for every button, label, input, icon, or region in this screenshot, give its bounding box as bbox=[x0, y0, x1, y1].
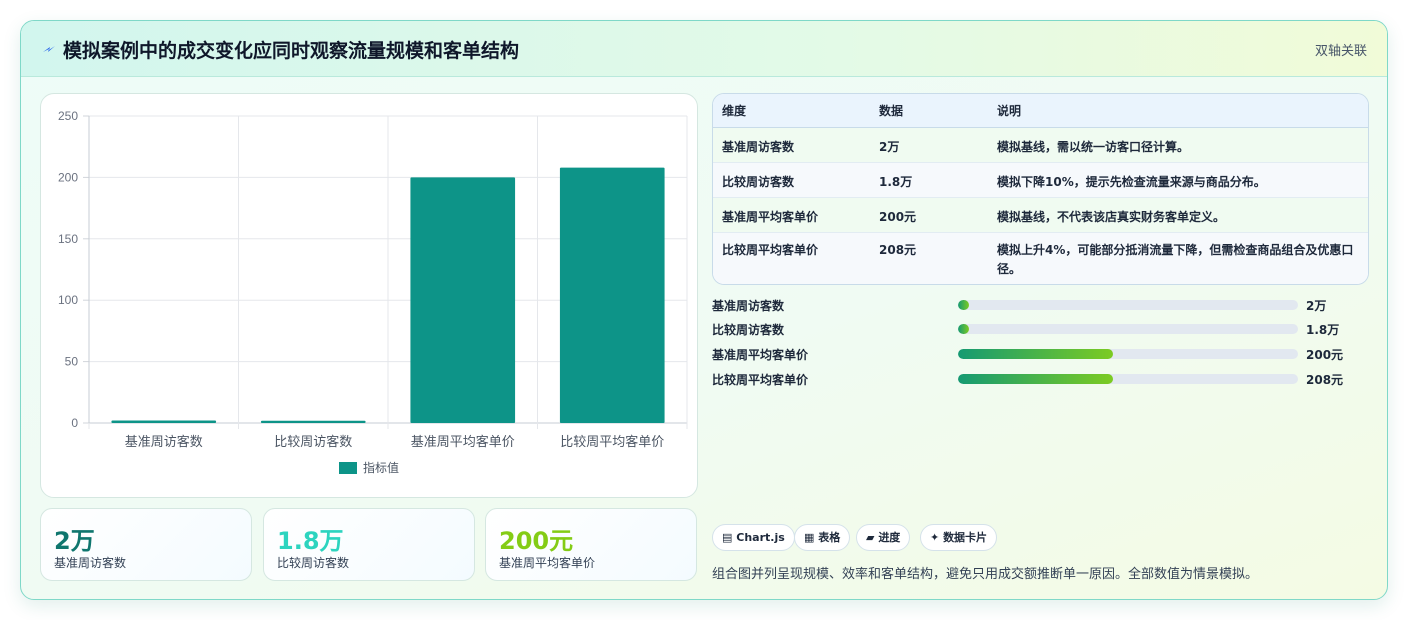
column-header-dimension: 维度 bbox=[713, 94, 870, 128]
stat-label: 比较周访客数 bbox=[277, 556, 350, 570]
chip-label: 进度 bbox=[878, 531, 901, 544]
table-cell: 200元 bbox=[870, 197, 988, 233]
progress-fill bbox=[958, 374, 1113, 384]
table-cell: 模拟基线，需以统一访客口径计算。 bbox=[988, 127, 1368, 163]
progress-value: 1.8万 bbox=[1306, 323, 1340, 337]
column-header-data: 数据 bbox=[870, 94, 988, 128]
chip-label: 表格 bbox=[818, 531, 841, 544]
table-row: 基准周访客数 2万 模拟基线，需以统一访客口径计算。 bbox=[713, 127, 1368, 163]
bar bbox=[559, 167, 665, 423]
y-tick-label: 100 bbox=[58, 293, 78, 307]
table-cell: 208元 bbox=[870, 232, 988, 284]
chip-label: 数据卡片 bbox=[943, 531, 988, 544]
bar-chart: 0 50 100 150 200 250 基准周访客数 比较周访客数 基准周平均客单价 比较周平均… bbox=[58, 109, 688, 475]
table-cell: 基准周平均客单价 bbox=[713, 197, 870, 233]
table-cell: 模拟上升4%，可能部分抵消流量下降，但需检查商品组合及优惠口径。 bbox=[988, 232, 1368, 284]
column-header-note: 说明 bbox=[988, 94, 1368, 128]
y-tick-label: 200 bbox=[58, 170, 78, 184]
stat-label: 基准周访客数 bbox=[54, 556, 127, 570]
progress-label: 基准周平均客单价 bbox=[712, 348, 809, 362]
progress-track bbox=[958, 349, 1298, 359]
y-tick-label: 0 bbox=[71, 416, 78, 430]
y-tick-label: 50 bbox=[65, 355, 79, 369]
stat-card-base-avg-order: 200元 基准周平均客单价 bbox=[485, 508, 697, 581]
progress-row-base-visitors: 基准周访客数 2万 bbox=[712, 297, 1352, 313]
progress-fill bbox=[958, 349, 1113, 359]
chart-icon: ▤ bbox=[722, 531, 733, 544]
table-header-row: 维度 数据 说明 bbox=[713, 94, 1368, 128]
legend-swatch bbox=[339, 462, 357, 474]
chip-chartjs[interactable]: ▤ Chart.js bbox=[712, 524, 795, 551]
stat-value: 1.8万 bbox=[277, 527, 344, 555]
table-cell: 比较周平均客单价 bbox=[713, 232, 870, 284]
stat-label: 基准周平均客单价 bbox=[499, 556, 596, 570]
stat-card-compare-visitors: 1.8万 比较周访客数 bbox=[263, 508, 475, 581]
x-tick-label: 比较周平均客单价 bbox=[560, 434, 664, 450]
y-tick-label: 150 bbox=[58, 232, 78, 246]
page-title: 模拟案例中的成交变化应同时观察流量规模和客单结构 bbox=[63, 40, 520, 62]
legend-label: 指标值 bbox=[363, 460, 399, 475]
table-cell: 1.8万 bbox=[870, 162, 988, 198]
stat-value: 200元 bbox=[499, 527, 574, 555]
progress-label: 比较周平均客单价 bbox=[712, 373, 809, 387]
stat-card-base-visitors: 2万 基准周访客数 bbox=[40, 508, 252, 581]
progress-track bbox=[958, 300, 1298, 310]
bar bbox=[410, 177, 516, 423]
progress-fill bbox=[958, 324, 969, 334]
progress-value: 200元 bbox=[1306, 348, 1344, 362]
progress-track bbox=[958, 324, 1298, 334]
progress-label: 基准周访客数 bbox=[712, 299, 785, 313]
progress-row-base-avg-order: 基准周平均客单价 200元 bbox=[712, 346, 1352, 362]
bar-chart-panel: 0 50 100 150 200 250 基准周访客数 比较周访客数 基准周平均客单价 比较周平均… bbox=[40, 93, 698, 498]
chip-data-card[interactable]: ✦ 数据卡片 bbox=[920, 524, 998, 551]
lightning-icon bbox=[43, 46, 55, 52]
table-cell: 模拟基线，不代表该店真实财务客单定义。 bbox=[988, 197, 1368, 233]
x-tick-label: 比较周访客数 bbox=[274, 434, 352, 450]
progress-row-compare-avg-order: 比较周平均客单价 208元 bbox=[712, 371, 1352, 387]
dashboard-card: 模拟案例中的成交变化应同时观察流量规模和客单结构 双轴关联 0 50 100 150 2… bbox=[20, 20, 1388, 600]
table-cell: 比较周访客数 bbox=[713, 162, 870, 198]
bar bbox=[260, 420, 366, 423]
x-tick-label: 基准周平均客单价 bbox=[411, 434, 515, 450]
progress-icon: ▰ bbox=[866, 531, 875, 544]
stat-value: 2万 bbox=[54, 527, 95, 555]
progress-value: 2万 bbox=[1306, 299, 1327, 313]
bar bbox=[111, 420, 217, 423]
x-tick-label: 基准周访客数 bbox=[125, 434, 203, 450]
data-table: 维度 数据 说明 基准周访客数 2万 模拟基线，需以统一访客口径计算。 比较周访… bbox=[713, 94, 1368, 284]
table-row: 比较周访客数 1.8万 模拟下降10%，提示先检查流量来源与商品分布。 bbox=[713, 162, 1368, 198]
chip-progress[interactable]: ▰ 进度 bbox=[856, 524, 911, 551]
table-row: 比较周平均客单价 208元 模拟上升4%，可能部分抵消流量下降，但需检查商品组合… bbox=[713, 232, 1368, 284]
y-tick-label: 250 bbox=[58, 109, 78, 123]
chip-label: Chart.js bbox=[736, 531, 785, 544]
table-icon: ▦ bbox=[804, 531, 815, 544]
progress-fill bbox=[958, 300, 969, 310]
table-row: 基准周平均客单价 200元 模拟基线，不代表该店真实财务客单定义。 bbox=[713, 197, 1368, 233]
dual-axis-badge: 双轴关联 bbox=[1314, 44, 1367, 59]
table-cell: 基准周访客数 bbox=[713, 127, 870, 163]
chip-table[interactable]: ▦ 表格 bbox=[794, 524, 851, 551]
table-cell: 2万 bbox=[870, 127, 988, 163]
footnote: 组合图并列呈现规模、效率和客单结构，避免只用成交额推断单一原因。全部数值为情景模… bbox=[712, 567, 1259, 582]
table-cell: 模拟下降10%，提示先检查流量来源与商品分布。 bbox=[988, 162, 1368, 198]
progress-track bbox=[958, 374, 1298, 384]
card-header: 模拟案例中的成交变化应同时观察流量规模和客单结构 双轴关联 bbox=[21, 21, 1387, 77]
progress-row-compare-visitors: 比较周访客数 1.8万 bbox=[712, 321, 1352, 337]
sparkle-icon: ✦ bbox=[930, 531, 940, 544]
data-table-wrap: 维度 数据 说明 基准周访客数 2万 模拟基线，需以统一访客口径计算。 比较周访… bbox=[712, 93, 1369, 285]
progress-value: 208元 bbox=[1306, 373, 1344, 387]
progress-label: 比较周访客数 bbox=[712, 323, 785, 337]
